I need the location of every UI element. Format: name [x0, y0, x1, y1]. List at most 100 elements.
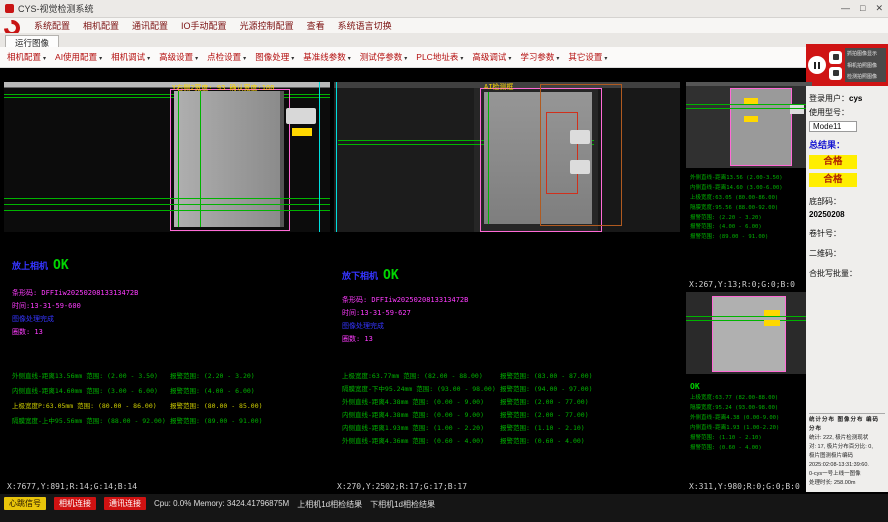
upper-camera-panel: Y右侧2宽度: 93 确认宽度:100 放上相机OK 条形码: DFFIiw20…	[4, 82, 330, 492]
preview-line: 隔膜宽度:95.56 (88.00-92.00)	[690, 204, 810, 214]
minimize-button[interactable]: —	[841, 3, 850, 14]
menu-comm-config[interactable]: 通讯配置	[132, 19, 168, 32]
preview-image-lower[interactable]	[686, 292, 812, 374]
measurement-text: 外侧直线-距离13.56mm 范围: (2.00 - 3.50)	[12, 369, 170, 384]
tool-image-processing[interactable]: 图像处理	[255, 51, 294, 63]
preview-line: 报警范围: (4.00 - 6.00)	[690, 223, 810, 233]
tool-advanced-settings[interactable]: 高级设置	[159, 51, 198, 63]
machine-structure	[334, 88, 474, 232]
total-result-label: 总结果：	[809, 138, 885, 151]
measure-line-overlay	[686, 316, 812, 317]
measure-line-overlay	[686, 320, 812, 321]
tool-plc-address[interactable]: PLC地址表	[416, 51, 463, 63]
qr-code-label: 二维码：	[809, 248, 885, 259]
measurement-alarm: 报警范围: (80.00 - 85.00)	[170, 399, 263, 414]
menu-camera-config[interactable]: 相机配置	[83, 19, 119, 32]
marker-overlay	[744, 116, 758, 122]
measurement-text: 隔膜宽度-下中95.24mm 范围: (93.00 - 98.00)	[342, 383, 500, 396]
edge-line-overlay	[200, 91, 201, 227]
stats-line: 处理时长: 258.00m	[809, 479, 885, 488]
preview-line: 上极宽度:63.77 (82.00-88.00)	[690, 394, 810, 404]
measure-line-overlay	[4, 198, 330, 199]
measurement-text: 上极宽度P:63.05mm 范围: (80.00 - 86.00)	[12, 399, 170, 414]
tool-test-params[interactable]: 测试停参数	[360, 51, 408, 63]
result-ok-badge: OK	[383, 268, 399, 283]
bottom-code-label: 底部码：	[809, 196, 885, 207]
menu-language-switch[interactable]: 系统语言切换	[338, 19, 392, 32]
capture-mode-option[interactable]: 抓拍图像显示	[847, 50, 884, 57]
measure-line-overlay	[686, 108, 812, 109]
stats-line: 极片图测极片编码	[809, 452, 885, 461]
marker-overlay	[292, 128, 312, 136]
menu-light-control[interactable]: 光源控制配置	[240, 19, 294, 32]
process-status: 图像处理完成	[342, 321, 678, 331]
login-user-label: 登录用户：	[809, 94, 849, 103]
time-text: 时间:13-31-59-627	[342, 308, 678, 318]
maximize-button[interactable]: □	[860, 3, 865, 14]
info-sidebar: 登录用户：cys 使用型号： Mode11 总结果： 合格 合格 底部码： 20…	[806, 86, 888, 492]
camera-link-indicator: 相机连接	[54, 497, 96, 510]
tool-camera-config[interactable]: 相机配置	[7, 51, 46, 63]
lower-camera-result-label: 下相机1d相检结果	[370, 497, 435, 510]
menu-bar: 系统配置 相机配置 通讯配置 IO手动配置 光源控制配置 查看 系统语言切换	[0, 18, 888, 33]
stats-line: 2025:02:08-13:31:39:60.	[809, 461, 885, 470]
tool-ai-config[interactable]: AI使用配置	[55, 51, 102, 63]
camera-capture-button[interactable]	[829, 51, 842, 64]
cursor-line-overlay	[319, 82, 320, 232]
menu-system-config[interactable]: 系统配置	[34, 19, 70, 32]
measurement-row: 内侧直线-距离14.60mm 范围: (3.00 - 6.00) 报警范围: (…	[12, 384, 328, 399]
process-status: 图像处理完成	[12, 314, 328, 324]
login-user-value: cys	[849, 94, 862, 103]
menu-io-manual[interactable]: IO手动配置	[181, 19, 227, 32]
close-button[interactable]: ✕	[875, 3, 883, 14]
model-label: 使用型号：	[809, 108, 849, 117]
pixel-coords-readout: X:267,Y:13;R:0;G:0;B:0	[689, 280, 795, 289]
preview-line: 报警范围: (0.60 - 4.00)	[690, 444, 810, 454]
lower-camera-image[interactable]: AI检测框	[334, 82, 680, 232]
preview-readout-lower: OK 上极宽度:63.77 (82.00-88.00) 隔膜宽度:95.24 (…	[690, 380, 810, 454]
workpiece	[730, 88, 792, 166]
measurement-text: 隔膜宽度-上中95.56mm 范围: (88.00 - 92.00)	[12, 414, 170, 429]
menu-view[interactable]: 查看	[307, 19, 325, 32]
measure-line-overlay	[686, 104, 812, 105]
preview-readout-upper: 外侧直线-距离13.56 (2.00-3.50) 内侧直线-距离14.60 (3…	[690, 174, 810, 243]
tab-run-image[interactable]: 运行图像	[5, 35, 59, 47]
upper-camera-result-label: 上相机1d相检结果	[297, 497, 362, 510]
upper-camera-image[interactable]: Y右侧2宽度: 93 确认宽度:100	[4, 82, 330, 232]
measurement-alarm: 报警范围: (0.60 - 4.00)	[500, 435, 585, 448]
connector-part	[286, 108, 316, 124]
status-bar: 心跳信号 相机连接 通讯连接 Cpu: 0.0% Memory: 3424.41…	[0, 494, 888, 522]
pause-button[interactable]	[808, 56, 826, 74]
capture-buttons	[829, 51, 842, 80]
machine-frame	[686, 82, 812, 86]
result-title: 放上相机	[12, 262, 48, 272]
preview-line: 内侧直线-距离14.60 (3.00-6.00)	[690, 184, 810, 194]
capture-mode-option[interactable]: 相机拍照图像	[847, 62, 884, 69]
preview-image-upper[interactable]	[686, 82, 812, 168]
tool-baseline-params[interactable]: 基准线参数	[303, 51, 351, 63]
image-save-button[interactable]	[829, 67, 842, 80]
tool-advanced-debug[interactable]: 高级调试	[472, 51, 511, 63]
measurement-row: 外侧直线-距离4.38mm 范围: (0.00 - 9.00) 报警范围: (2…	[342, 396, 678, 409]
tool-other-settings[interactable]: 其它设置	[568, 51, 607, 63]
app-icon	[5, 4, 14, 13]
title-bar: CYS-视觉检测系统 — □ ✕	[0, 0, 888, 18]
tool-learning-params[interactable]: 学习参数	[520, 51, 559, 63]
barcode-text: 条形码: DFFIiw2025020813313472B	[12, 288, 328, 298]
measurement-text: 内侧直线-距离4.38mm 范围: (0.00 - 9.00)	[342, 409, 500, 422]
measurement-alarm: 报警范围: (2.20 - 3.20)	[170, 369, 255, 384]
workpiece-edge	[280, 91, 284, 227]
control-band: 抓拍图像显示 相机拍照图像 检测拍照图像	[806, 44, 888, 86]
measurement-alarm: 报警范围: (1.10 - 2.10)	[500, 422, 585, 435]
measurement-row: 上极宽度:63.77mm 范围: (82.00 - 88.00) 报警范围: (…	[342, 370, 678, 383]
measurement-row: 内侧直线-距离4.38mm 范围: (0.00 - 9.00) 报警范围: (2…	[342, 409, 678, 422]
tool-spot-check[interactable]: 点检设置	[207, 51, 246, 63]
edge-line-overlay	[488, 92, 489, 224]
camera-icon	[833, 54, 839, 60]
tool-camera-debug[interactable]: 相机调试	[111, 51, 150, 63]
pixel-coords-readout: X:7677,Y:891;R:14;G:14;B:14	[7, 482, 137, 491]
upper-result-box: 合格	[809, 155, 857, 169]
capture-mode-option[interactable]: 检测拍照图像	[847, 73, 884, 80]
measurement-text: 内侧直线-距离1.93mm 范围: (1.00 - 2.20)	[342, 422, 500, 435]
lower-camera-panel: AI检测框 放下相机OK 条形码: DFFIiw2025020813313472…	[334, 82, 680, 492]
